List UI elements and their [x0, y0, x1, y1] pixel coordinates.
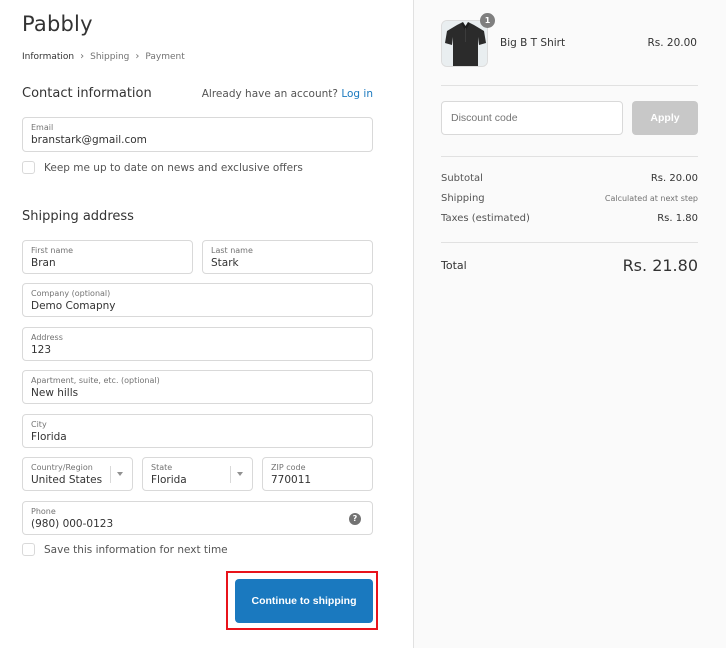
- apartment-value: New hills: [31, 387, 79, 399]
- chevron-right-icon: ›: [135, 51, 140, 62]
- checkout-main-panel: Pabbly Information › Shipping › Payment …: [0, 0, 413, 648]
- country-label: Country/Region: [31, 463, 93, 472]
- newsletter-checkbox[interactable]: [22, 161, 35, 174]
- continue-to-shipping-button[interactable]: Continue to shipping: [235, 579, 373, 623]
- shipping-label: Shipping: [441, 193, 485, 204]
- shipping-row: Shipping Calculated at next step: [441, 193, 698, 204]
- breadcrumb-information[interactable]: Information: [22, 52, 74, 62]
- company-value: Demo Comapny: [31, 300, 116, 312]
- total-row: Total Rs. 21.80: [441, 256, 698, 275]
- email-field[interactable]: Email branstark@gmail.com: [22, 117, 373, 152]
- subtotal-row: Subtotal Rs. 20.00: [441, 173, 698, 184]
- chevron-down-icon[interactable]: [237, 472, 243, 476]
- city-field[interactable]: City Florida: [22, 414, 373, 448]
- divider: [441, 156, 698, 157]
- state-select[interactable]: State Florida: [142, 457, 253, 491]
- breadcrumb-shipping: Shipping: [90, 51, 130, 62]
- newsletter-label: Keep me up to date on news and exclusive…: [44, 161, 303, 174]
- question-circle-icon[interactable]: ?: [349, 513, 361, 525]
- total-label: Total: [441, 259, 467, 272]
- last-name-field[interactable]: Last name Stark: [202, 240, 373, 274]
- apartment-field[interactable]: Apartment, suite, etc. (optional) New hi…: [22, 370, 373, 404]
- zip-label: ZIP code: [271, 463, 306, 472]
- zip-field[interactable]: ZIP code 770011: [262, 457, 373, 491]
- subtotal-value: Rs. 20.00: [650, 173, 698, 184]
- order-summary-panel: 1 Big B T Shirt Rs. 20.00 Apply Subtotal…: [413, 0, 726, 648]
- shipping-value: Calculated at next step: [604, 194, 698, 203]
- state-label: State: [151, 463, 173, 472]
- email-value: branstark@gmail.com: [31, 134, 147, 146]
- last-name-label: Last name: [211, 246, 253, 255]
- taxes-value: Rs. 1.80: [657, 213, 698, 224]
- product-price: Rs. 20.00: [647, 37, 697, 49]
- address-label: Address: [31, 333, 63, 342]
- divider: [441, 85, 698, 86]
- country-select[interactable]: Country/Region United States: [22, 457, 133, 491]
- last-name-value: Stark: [211, 257, 239, 269]
- phone-field[interactable]: Phone (980) 000-0123 ?: [22, 501, 373, 535]
- company-field[interactable]: Company (optional) Demo Comapny: [22, 283, 373, 317]
- email-label: Email: [31, 123, 54, 132]
- divider: [441, 242, 698, 243]
- address-value: 123: [31, 344, 52, 356]
- save-info-checkbox[interactable]: [22, 543, 35, 556]
- company-label: Company (optional): [31, 289, 111, 298]
- phone-label: Phone: [31, 507, 56, 516]
- chevron-down-icon[interactable]: [117, 472, 123, 476]
- apartment-label: Apartment, suite, etc. (optional): [31, 376, 160, 385]
- address-field[interactable]: Address 123: [22, 327, 373, 361]
- city-label: City: [31, 420, 47, 429]
- first-name-value: Bran: [31, 257, 56, 269]
- brand-logo[interactable]: Pabbly: [22, 12, 93, 36]
- login-link[interactable]: Log in: [341, 88, 373, 100]
- product-thumbnail: [441, 20, 488, 67]
- product-name: Big B T Shirt: [500, 37, 566, 49]
- quantity-badge: 1: [480, 13, 495, 28]
- apply-discount-button[interactable]: Apply: [632, 101, 698, 135]
- tshirt-image: [442, 21, 487, 66]
- save-info-option[interactable]: Save this information for next time: [22, 543, 228, 556]
- newsletter-option[interactable]: Keep me up to date on news and exclusive…: [22, 161, 303, 174]
- subtotal-label: Subtotal: [441, 173, 483, 184]
- select-divider: [110, 466, 111, 483]
- state-value: Florida: [151, 474, 187, 486]
- save-info-label: Save this information for next time: [44, 543, 228, 556]
- phone-value: (980) 000-0123: [31, 518, 114, 530]
- city-value: Florida: [31, 431, 67, 443]
- country-value: United States: [31, 474, 103, 486]
- total-value: Rs. 21.80: [622, 256, 698, 275]
- breadcrumb-payment: Payment: [145, 51, 185, 62]
- zip-value: 770011: [271, 474, 312, 486]
- discount-code-input[interactable]: [441, 101, 623, 135]
- account-prompt-text: Already have an account?: [201, 88, 338, 100]
- taxes-label: Taxes (estimated): [441, 213, 530, 224]
- shipping-address-heading: Shipping address: [22, 209, 134, 224]
- breadcrumb: Information › Shipping › Payment: [22, 51, 185, 62]
- select-divider: [230, 466, 231, 483]
- first-name-label: First name: [31, 246, 74, 255]
- chevron-right-icon: ›: [80, 51, 85, 62]
- contact-info-heading: Contact information: [22, 86, 152, 101]
- taxes-row: Taxes (estimated) Rs. 1.80: [441, 213, 698, 224]
- account-prompt: Already have an account? Log in: [202, 88, 373, 100]
- first-name-field[interactable]: First name Bran: [22, 240, 193, 274]
